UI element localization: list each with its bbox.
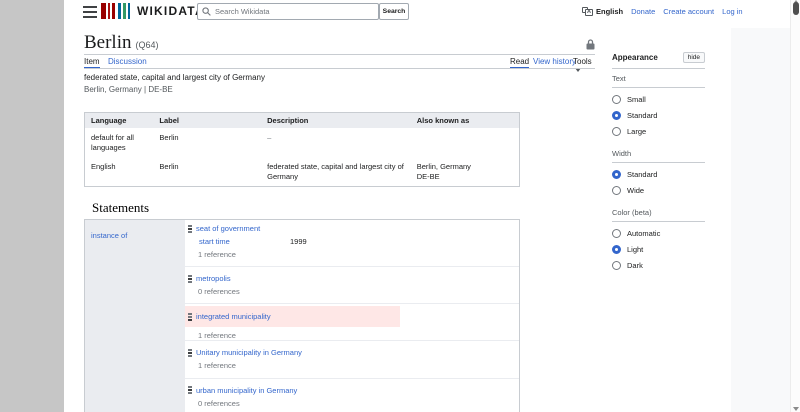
statement-group: instance of seat of government start tim…: [84, 219, 520, 412]
statement: Unitary municipality in Germany 1 refere…: [185, 341, 519, 379]
hide-appearance-button[interactable]: hide: [682, 52, 705, 63]
rank-selector-icon[interactable]: [188, 274, 192, 283]
vertical-scrollbar[interactable]: [790, 0, 800, 412]
page-title: Berlin: [84, 32, 132, 53]
cell-language: default for all languages: [91, 133, 134, 152]
radio-icon[interactable]: [612, 229, 621, 238]
language-selector[interactable]: A English: [582, 7, 623, 16]
radio-icon[interactable]: [612, 261, 621, 270]
wikidata-logo[interactable]: WIKIDATA: [101, 3, 205, 19]
desktop-margin: [0, 0, 64, 412]
radio-icon[interactable]: [612, 186, 621, 195]
tab-view-history[interactable]: View history: [533, 57, 576, 66]
radio-color-dark[interactable]: Dark: [612, 261, 705, 270]
col-label: Label: [153, 112, 262, 128]
statement-value-link[interactable]: Unitary municipality in Germany: [196, 348, 302, 357]
language-icon: A: [582, 7, 593, 16]
statement-value-link[interactable]: metropolis: [196, 274, 231, 283]
radio-color-automatic[interactable]: Automatic: [612, 229, 705, 238]
rank-selector-icon[interactable]: [188, 312, 192, 321]
language-label: English: [596, 7, 624, 16]
rank-selector-icon[interactable]: [188, 348, 192, 357]
entity-description: federated state, capital and largest cit…: [84, 73, 265, 82]
radio-text-large[interactable]: Large: [612, 127, 705, 136]
donate-link[interactable]: Donate: [631, 7, 655, 16]
radio-selected-icon[interactable]: [612, 170, 621, 179]
qualifier-row: start time 1999: [185, 237, 519, 246]
references-toggle[interactable]: 1 reference: [185, 250, 519, 259]
radio-text-standard[interactable]: Standard: [612, 111, 705, 120]
statements-heading: Statements: [92, 200, 150, 215]
radio-icon[interactable]: [612, 127, 621, 136]
radio-width-wide[interactable]: Wide: [612, 186, 705, 195]
main-menu-icon[interactable]: [83, 6, 97, 18]
cell-description: –: [267, 133, 272, 142]
rank-selector-icon[interactable]: [188, 224, 192, 233]
radio-text-small[interactable]: Small: [612, 95, 705, 104]
cell-label: Berlin: [159, 162, 179, 171]
terms-header-row: Language Label Description Also known as: [84, 112, 520, 128]
radio-icon[interactable]: [612, 95, 621, 104]
search-input[interactable]: Search Wikidata: [197, 3, 379, 20]
statement-deprecated: integrated municipality 1 reference: [185, 304, 519, 342]
statement: metropolis 0 references: [185, 267, 519, 305]
appearance-title: Appearance: [612, 53, 658, 62]
wikidata-page: WIKIDATA Search Wikidata Search A Englis…: [0, 0, 800, 412]
scrollbar-thumb[interactable]: [793, 2, 799, 15]
references-toggle[interactable]: 1 reference: [185, 331, 519, 340]
qualifier-property-link[interactable]: start time: [199, 237, 290, 246]
cell-label: Berlin: [159, 133, 179, 142]
title-divider: [84, 54, 595, 55]
terms-table: Language Label Description Also known as…: [84, 112, 520, 187]
section-label-text: Text: [612, 69, 705, 88]
appearance-panel: Appearance hide Text Small Standard Larg…: [612, 52, 705, 270]
create-account-link[interactable]: Create account: [663, 7, 714, 16]
radio-color-light[interactable]: Light: [612, 245, 705, 254]
tab-tools[interactable]: Tools: [573, 57, 595, 75]
statement-value-link[interactable]: seat of government: [196, 224, 260, 233]
search-icon: [202, 7, 211, 16]
logo-wordmark: WIKIDATA: [137, 4, 205, 18]
radio-selected-icon[interactable]: [612, 111, 621, 120]
references-toggle[interactable]: 1 reference: [185, 361, 519, 370]
table-row: default for all languages Berlin –: [85, 128, 520, 157]
references-toggle[interactable]: 0 references: [185, 399, 519, 408]
deprecated-highlight: integrated municipality: [185, 306, 400, 328]
cell-description: federated state, capital and largest cit…: [267, 162, 404, 181]
log-in-link[interactable]: Log in: [722, 7, 742, 16]
tabs-divider: [84, 68, 595, 69]
statement: seat of government start time 1999 1 ref…: [185, 220, 519, 268]
references-toggle[interactable]: 0 references: [185, 287, 519, 296]
scroll-down-icon[interactable]: [793, 407, 799, 411]
radio-selected-icon[interactable]: [612, 245, 621, 254]
entity-aliases: Berlin, Germany | DE-BE: [84, 85, 173, 94]
search-button[interactable]: Search: [379, 3, 409, 20]
col-description: Description: [261, 112, 411, 128]
tab-discussion[interactable]: Discussion: [108, 57, 147, 66]
wikidata-logo-bars: [101, 3, 130, 19]
rank-selector-icon[interactable]: [188, 386, 192, 395]
statement-value-link[interactable]: integrated municipality: [196, 312, 271, 321]
entity-id: (Q64): [135, 40, 159, 50]
page-gutter: [731, 28, 790, 412]
col-language: Language: [84, 112, 154, 128]
section-label-color: Color (beta): [612, 203, 705, 222]
cell-aliases: [411, 128, 520, 157]
col-also-known-as: Also known as: [410, 112, 520, 128]
lock-icon: [586, 37, 595, 55]
qualifier-value: 1999: [290, 237, 307, 246]
statement: urban municipality in Germany 0 referenc…: [185, 379, 519, 412]
property-link-instance-of[interactable]: instance of: [91, 231, 127, 240]
statement-value-link[interactable]: urban municipality in Germany: [196, 386, 297, 395]
cell-aliases: Berlin, Germany DE-BE: [416, 162, 471, 181]
cell-language: English: [91, 162, 116, 171]
radio-width-standard[interactable]: Standard: [612, 170, 705, 179]
table-row: English Berlin federated state, capital …: [85, 157, 520, 187]
search-placeholder: Search Wikidata: [215, 7, 270, 16]
property-cell: instance of: [85, 220, 185, 412]
section-label-width: Width: [612, 144, 705, 163]
